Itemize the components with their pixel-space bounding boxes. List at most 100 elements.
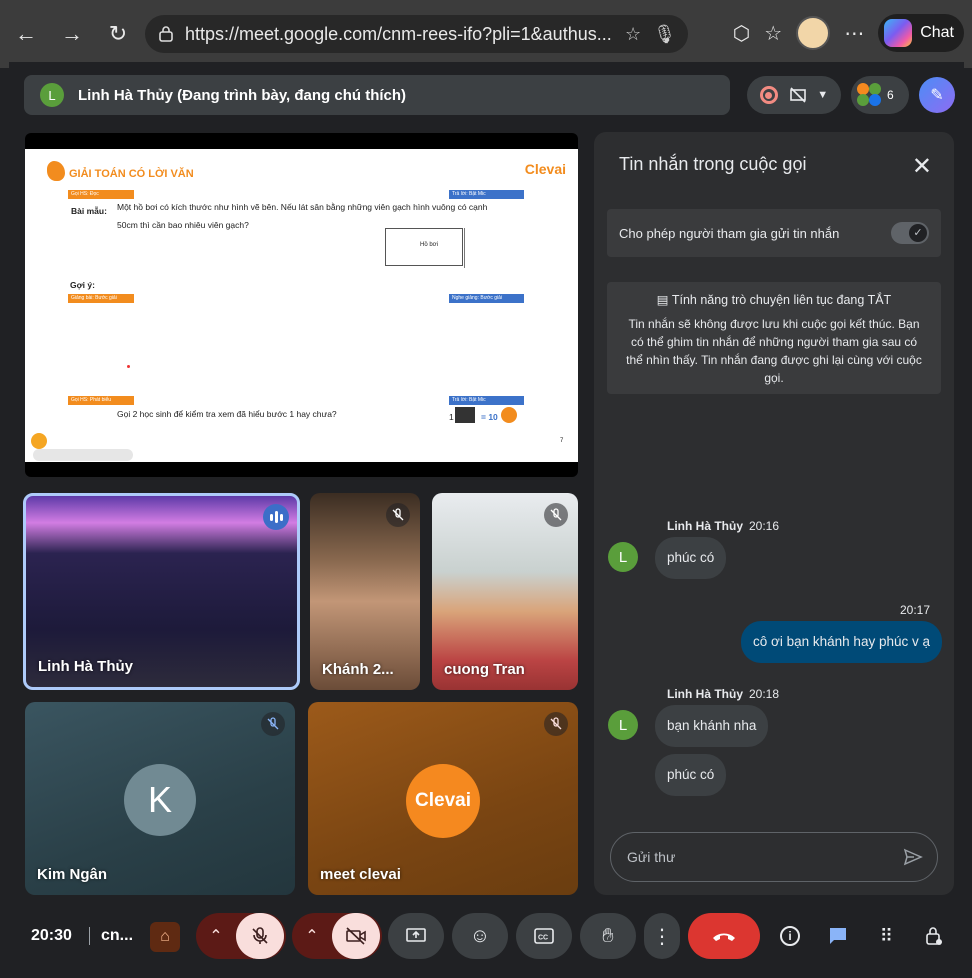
- copilot-icon: [884, 19, 913, 47]
- message-sender: Linh Hà Thủy: [667, 687, 743, 701]
- pointer-dot: [127, 365, 130, 368]
- speaking-indicator-icon: [263, 504, 289, 530]
- chevron-down-icon[interactable]: ▼: [817, 89, 828, 101]
- allow-messages-label: Cho phép người tham gia gửi tin nhắn: [619, 225, 840, 241]
- url-text[interactable]: https://meet.google.com/cnm-rees-ifo?pli…: [185, 24, 625, 45]
- sender-avatar: L: [608, 542, 638, 572]
- site-info-icon[interactable]: [157, 25, 175, 43]
- no-captions-recording-icon[interactable]: [788, 85, 808, 105]
- reward-count: 1: [449, 412, 454, 422]
- chat-message[interactable]: cô ơi bạn khánh hay phúc v ạ: [741, 621, 942, 663]
- activities-button[interactable]: ⠿: [866, 913, 906, 959]
- close-icon[interactable]: ✕: [912, 152, 932, 181]
- video-tile[interactable]: Linh Hà Thủy: [23, 493, 300, 690]
- video-tile[interactable]: Khánh 2...: [310, 493, 420, 690]
- magic-pen-icon[interactable]: ✎: [919, 77, 955, 113]
- slide-toolbar[interactable]: [33, 449, 133, 461]
- presentation-area[interactable]: GIẢI TOÁN CÓ LỜI VĂN Clevai Gọi HS: Đọc …: [25, 133, 578, 477]
- raise-hand-button[interactable]: ✋︎: [580, 913, 636, 959]
- people-button[interactable]: 6: [851, 76, 909, 114]
- present-screen-icon: [406, 928, 426, 942]
- meeting-details-button[interactable]: i: [770, 913, 810, 959]
- video-tile[interactable]: Clevai meet clevai: [308, 702, 578, 895]
- reactions-button[interactable]: ☺: [452, 913, 508, 959]
- presenter-label: Linh Hà Thủy (Đang trình bày, đang chú t…: [78, 86, 407, 104]
- browser-toolbar: ← → ↻ https://meet.google.com/cnm-rees-i…: [0, 0, 972, 68]
- hand-icon: ✋︎: [602, 924, 614, 947]
- chat-bubble-icon: ▤: [656, 293, 669, 307]
- meeting-code[interactable]: cn...: [101, 927, 133, 945]
- video-tile[interactable]: cuong Tran: [432, 493, 578, 690]
- clock: 20:30: [31, 927, 72, 944]
- send-message-field[interactable]: Gửi thư: [610, 832, 938, 882]
- message-time: 20:16: [749, 519, 780, 533]
- star-icon[interactable]: ☆: [625, 24, 641, 45]
- captions-button[interactable]: CC: [516, 913, 572, 959]
- recording-icon[interactable]: [759, 86, 778, 104]
- present-button[interactable]: [388, 913, 444, 959]
- participant-avatars: [857, 83, 883, 107]
- back-icon[interactable]: ←: [8, 16, 44, 52]
- captions-icon: CC: [534, 928, 554, 944]
- chat-title: Tin nhắn trong cuộc gọi: [619, 154, 807, 174]
- mic-off-icon: [261, 712, 285, 736]
- chat-message[interactable]: bạn khánh nha: [655, 705, 769, 747]
- end-call-icon: [713, 933, 735, 941]
- leave-call-button[interactable]: [688, 913, 760, 959]
- mic-off-icon: [386, 503, 410, 527]
- address-bar[interactable]: https://meet.google.com/cnm-rees-ifo?pli…: [145, 15, 688, 53]
- hint-label: Gợi ý:: [70, 280, 95, 290]
- camera-off-button[interactable]: [332, 913, 380, 959]
- send-icon[interactable]: [903, 848, 923, 866]
- chat-panel: Tin nhắn trong cuộc gọi ✕ Cho phép người…: [594, 132, 954, 895]
- chat-message[interactable]: phúc có: [655, 754, 727, 796]
- slide-tag: Gọi HS: Phát biểu: [68, 396, 134, 405]
- presenter-bar: L Linh Hà Thủy (Đang trình bày, đang chú…: [24, 75, 730, 115]
- squirrel-logo: [47, 161, 65, 181]
- participant-avatar: K: [124, 764, 196, 836]
- emoji-icon: ☺: [469, 924, 491, 947]
- chat-message[interactable]: phúc có: [655, 537, 727, 579]
- forward-icon[interactable]: →: [54, 16, 90, 52]
- sender-avatar: L: [608, 710, 638, 740]
- chevron-up-icon[interactable]: ⌃: [292, 926, 332, 946]
- participant-name: Khánh 2...: [322, 661, 394, 678]
- chat-button[interactable]: [818, 913, 858, 959]
- chevron-up-icon[interactable]: ⌃: [196, 926, 236, 946]
- mic-off-button[interactable]: [236, 913, 284, 959]
- top-controls: ▼ 6 ✎: [747, 76, 955, 114]
- more-options-button[interactable]: ⋮: [644, 913, 680, 959]
- copilot-chat-button[interactable]: Chat: [878, 14, 964, 52]
- participant-name: cuong Tran: [444, 661, 525, 678]
- continuous-chat-body: Tin nhắn sẽ không được lưu khi cuộc gọi …: [626, 317, 922, 385]
- favorites-icon[interactable]: ☆: [764, 21, 782, 46]
- more-menu-icon[interactable]: ⋯: [844, 21, 864, 46]
- apps-grid-icon: ⠿: [879, 925, 893, 946]
- microphone-icon[interactable]: 🎙︎: [653, 24, 676, 45]
- host-controls-button[interactable]: [914, 913, 954, 959]
- profile-avatar[interactable]: [796, 16, 831, 50]
- message-header: Linh Hà Thủy 20:18: [667, 687, 779, 701]
- message-time: 20:18: [749, 687, 780, 701]
- slide-title: GIẢI TOÁN CÓ LỜI VĂN: [69, 168, 194, 180]
- participant-name: Kim Ngân: [37, 866, 108, 883]
- slide-tag: Gọi HS: Đọc: [68, 190, 134, 199]
- copilot-chat-label: Chat: [920, 24, 954, 41]
- extensions-icon[interactable]: ⬡: [733, 21, 750, 46]
- timer-icon: [31, 433, 47, 449]
- reload-icon[interactable]: ↻: [100, 16, 136, 52]
- participant-avatar: Clevai: [406, 764, 480, 838]
- problem-label: Bài mẫu:: [71, 206, 107, 216]
- microphone-control: ⌃: [196, 913, 286, 959]
- activities-icon[interactable]: ⌂: [150, 922, 180, 952]
- recording-controls[interactable]: ▼: [747, 76, 841, 114]
- participant-name: Linh Hà Thủy: [38, 658, 133, 675]
- more-vertical-icon: ⋮: [652, 925, 672, 948]
- allow-messages-row: Cho phép người tham gia gửi tin nhắn: [607, 209, 941, 257]
- page-number: 7: [560, 438, 564, 444]
- message-time: 20:17: [899, 603, 930, 617]
- allow-messages-toggle[interactable]: [891, 222, 929, 244]
- camera-off-icon: [346, 927, 366, 945]
- problem-text: 50cm thì cần bao nhiêu viên gạch?: [117, 220, 249, 230]
- video-tile[interactable]: K Kim Ngân: [25, 702, 295, 895]
